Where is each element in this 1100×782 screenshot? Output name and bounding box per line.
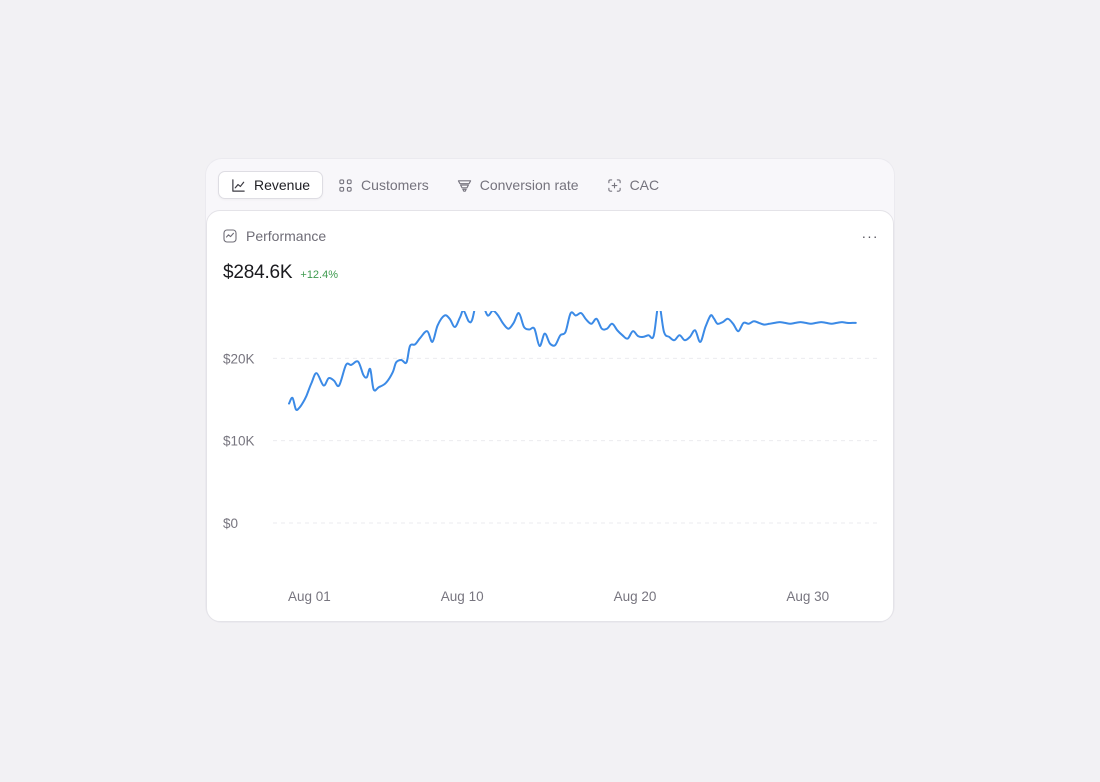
- x-tick-label: Aug 10: [441, 589, 484, 604]
- line-chart-icon: [231, 178, 246, 193]
- x-tick-label: Aug 20: [614, 589, 657, 604]
- performance-card: Performance ··· $284.6K +12.4% $30K$20K$…: [206, 210, 894, 622]
- metric-delta: +12.4%: [300, 269, 339, 281]
- revenue-widget: Revenue Customers Conversion rate CAC Pe…: [206, 159, 894, 622]
- metric-tabs: Revenue Customers Conversion rate CAC: [218, 171, 674, 199]
- tab-customers[interactable]: Customers: [325, 171, 442, 199]
- revenue-series-line: [288, 311, 857, 411]
- tab-revenue[interactable]: Revenue: [218, 171, 324, 199]
- tab-cac-label: CAC: [629, 177, 660, 193]
- funnel-icon: [457, 178, 472, 193]
- x-tick-label: Aug 01: [288, 589, 331, 604]
- tab-conversion-rate[interactable]: Conversion rate: [444, 171, 592, 199]
- revenue-chart: $30K$20K$10K$0Aug 01Aug 10Aug 20Aug 30: [207, 311, 893, 611]
- tab-revenue-label: Revenue: [254, 177, 311, 193]
- metric-value: $284.6K: [223, 262, 293, 283]
- revenue-line-chart: $30K$20K$10K$0Aug 01Aug 10Aug 20Aug 30: [223, 311, 877, 604]
- y-tick-label: $10K: [223, 434, 255, 449]
- x-tick-label: Aug 30: [786, 589, 829, 604]
- y-tick-label: $0: [223, 516, 238, 531]
- more-options-button[interactable]: ···: [859, 227, 881, 245]
- tab-cac[interactable]: CAC: [594, 171, 673, 199]
- activity-icon: [223, 229, 237, 243]
- more-horizontal-icon: ···: [861, 228, 879, 244]
- nodes-icon: [338, 178, 353, 193]
- metric-summary: $284.6K +12.4%: [223, 262, 338, 284]
- tab-customers-label: Customers: [361, 177, 429, 193]
- card-title: Performance: [246, 228, 327, 244]
- focus-plus-icon: [607, 178, 622, 193]
- card-header: Performance: [223, 228, 326, 244]
- y-tick-label: $20K: [223, 351, 255, 366]
- tab-conversion-rate-label: Conversion rate: [479, 177, 579, 193]
